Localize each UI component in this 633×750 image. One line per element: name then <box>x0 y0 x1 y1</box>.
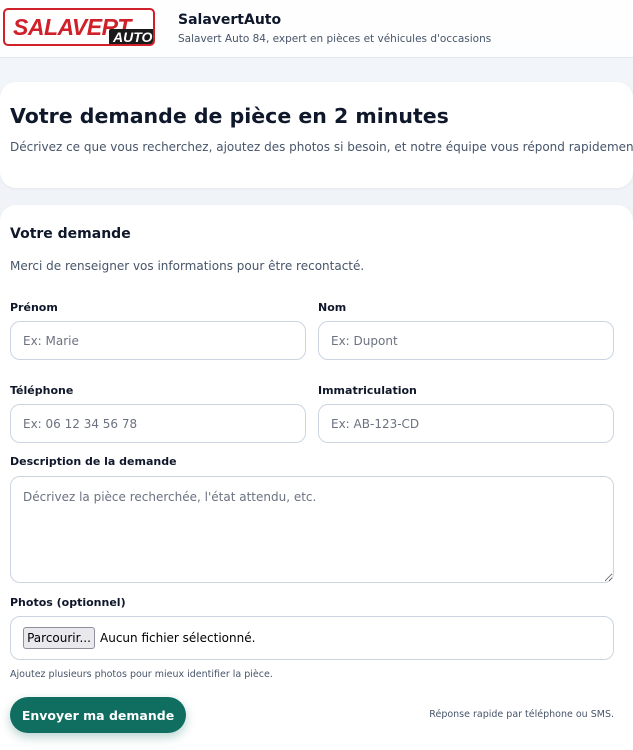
browse-button[interactable]: Parcourir... <box>23 627 95 649</box>
logo-sub-text: AUTO <box>109 29 153 44</box>
file-status: Aucun fichier sélectionné. <box>100 631 256 645</box>
plate-label: Immatriculation <box>318 384 417 397</box>
phone-input[interactable] <box>10 404 306 443</box>
brand-title: SalavertAuto <box>178 12 282 28</box>
salavert-logo[interactable]: SALAVERT AUTO <box>3 8 155 46</box>
description-label: Description de la demande <box>10 455 177 468</box>
page-title: Votre demande de pièce en 2 minutes <box>10 104 449 128</box>
lastname-input[interactable] <box>318 321 614 360</box>
request-form-card: Votre demande Merci de renseigner vos in… <box>0 205 633 750</box>
plate-input[interactable] <box>318 404 614 443</box>
lastname-label: Nom <box>318 301 347 314</box>
top-bar: SALAVERT AUTO SalavertAuto Salavert Auto… <box>0 0 633 58</box>
page-subtitle: Décrivez ce que vous recherchez, ajoutez… <box>10 140 633 154</box>
form-intro: Merci de renseigner vos informations pou… <box>10 259 365 273</box>
response-note: Réponse rapide par téléphone ou SMS. <box>429 709 614 720</box>
phone-label: Téléphone <box>10 384 74 397</box>
submit-button[interactable]: Envoyer ma demande <box>10 697 186 733</box>
hero-card: Votre demande de pièce en 2 minutes Décr… <box>0 82 633 188</box>
firstname-input[interactable] <box>10 321 306 360</box>
description-textarea[interactable] <box>10 476 614 583</box>
photos-label: Photos (optionnel) <box>10 596 126 609</box>
firstname-label: Prénom <box>10 301 58 314</box>
form-title: Votre demande <box>10 226 131 242</box>
photos-file-input[interactable]: Parcourir... Aucun fichier sélectionné. <box>10 616 614 660</box>
photos-hint: Ajoutez plusieurs photos pour mieux iden… <box>10 669 273 680</box>
brand-subtitle: Salavert Auto 84, expert en pièces et vé… <box>178 33 492 45</box>
